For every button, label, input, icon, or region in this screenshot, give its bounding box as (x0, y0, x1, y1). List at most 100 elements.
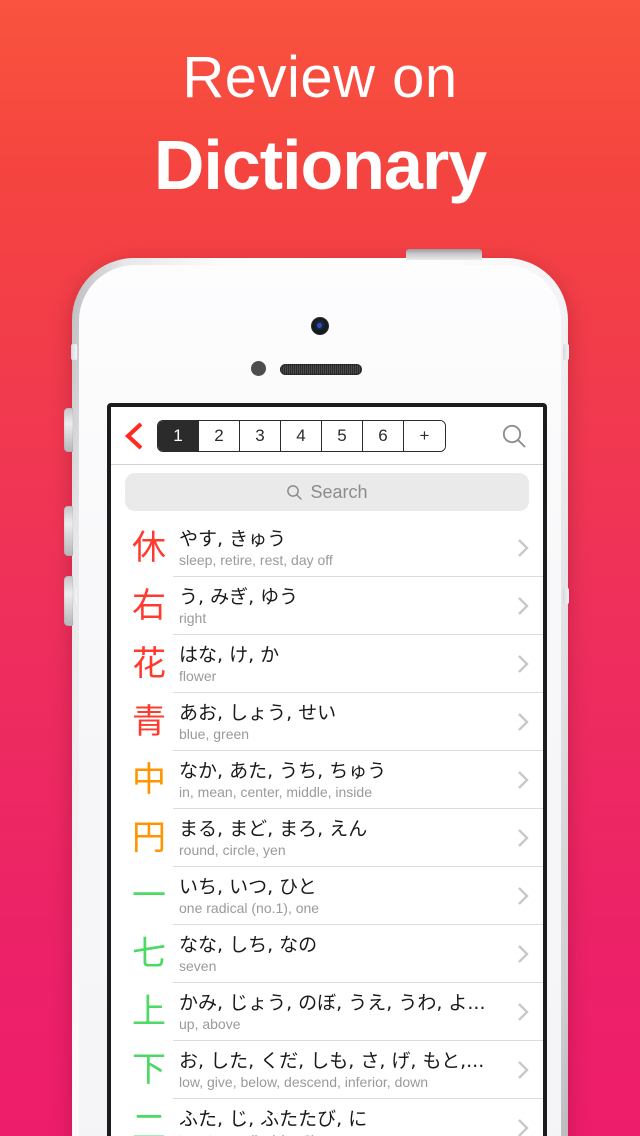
kanji-meaning: right (179, 609, 207, 626)
chevron-right-icon (518, 655, 529, 673)
device-mockup: 1 2 3 4 5 6 + Search 休 やす, きゅう sleep, re… (64, 249, 569, 1136)
app-navbar: 1 2 3 4 5 6 + (111, 407, 543, 465)
antenna-band-left-top (71, 344, 77, 360)
antenna-band-right-top (563, 344, 569, 360)
segment-6[interactable]: 6 (363, 420, 404, 451)
chevron-right-icon (518, 539, 529, 557)
kanji-meaning: two, two radical (no.2) (179, 1131, 507, 1136)
table-row[interactable]: 上 かみ, じょう, のぼ, うえ, うわ, よ... up, above (111, 983, 543, 1041)
kanji-meaning: round, circle, yen (179, 841, 286, 858)
segment-3[interactable]: 3 (240, 420, 281, 451)
chevron-right-icon (518, 829, 529, 847)
kanji-reading: かみ, じょう, のぼ, うえ, うわ, よ... (179, 991, 486, 1014)
kanji-meaning: seven (179, 957, 217, 974)
table-row[interactable]: 青 あお, しょう, せい blue, green (111, 693, 543, 751)
table-row[interactable]: 一 いち, いつ, ひと one radical (no.1), one (111, 867, 543, 925)
disclosure-indicator (507, 828, 529, 848)
chevron-right-icon (518, 1003, 529, 1021)
kanji-meaning: sleep, retire, rest, day off (179, 551, 333, 568)
app-screen: 1 2 3 4 5 6 + Search 休 やす, きゅう sleep, re… (111, 407, 543, 1136)
level-segmented-control[interactable]: 1 2 3 4 5 6 + (157, 419, 446, 452)
segment-add[interactable]: + (404, 420, 445, 451)
segment-1[interactable]: 1 (158, 420, 199, 451)
table-row[interactable]: 七 なな, しち, なの seven (111, 925, 543, 983)
chevron-right-icon (518, 887, 529, 905)
kanji-glyph: 右 (132, 586, 166, 626)
kanji-glyph: 七 (132, 934, 166, 974)
search-input[interactable]: Search (125, 473, 529, 511)
segment-2[interactable]: 2 (199, 420, 240, 451)
row-texts: まる, まど, まろ, えん round, circle, yen (173, 818, 507, 859)
search-bar-container: Search (111, 465, 543, 519)
kanji-glyph: 花 (132, 644, 166, 684)
kanji-reading: ふた, じ, ふたたび, に (179, 1107, 368, 1130)
row-texts: はな, け, か flower (173, 644, 507, 685)
kanji-reading: まる, まど, まろ, えん (179, 817, 368, 840)
row-texts: お, した, くだ, しも, さ, げ, もと,... low, give, b… (173, 1050, 507, 1091)
disclosure-indicator (507, 944, 529, 964)
row-texts: やす, きゅう sleep, retire, rest, day off (173, 528, 507, 569)
device-frame: 1 2 3 4 5 6 + Search 休 やす, きゅう sleep, re… (71, 258, 569, 1136)
kanji-glyph: 上 (132, 992, 166, 1032)
row-texts: う, みぎ, ゆう right (173, 586, 507, 627)
kanji-meaning: one radical (no.1), one (179, 899, 320, 916)
row-texts: かみ, じょう, のぼ, うえ, うわ, よ... up, above (173, 992, 507, 1033)
chevron-right-icon (518, 1061, 529, 1079)
navbar-search-button[interactable] (485, 422, 543, 450)
headline-line-2: Dictionary (153, 126, 487, 204)
device-front-face: 1 2 3 4 5 6 + Search 休 やす, きゅう sleep, re… (79, 265, 561, 1136)
kanji-meaning: in, mean, center, middle, inside (179, 783, 372, 800)
back-button[interactable] (111, 421, 157, 451)
volume-up-button[interactable] (64, 506, 73, 556)
disclosure-indicator (507, 712, 529, 732)
kanji-reading: やす, きゅう (179, 527, 287, 550)
disclosure-indicator (507, 1002, 529, 1022)
table-row[interactable]: 下 お, した, くだ, しも, さ, げ, もと,... low, give,… (111, 1041, 543, 1099)
disclosure-indicator (507, 538, 529, 558)
power-button[interactable] (406, 249, 482, 260)
kanji-reading: なな, しち, なの (179, 933, 318, 956)
chevron-right-icon (518, 713, 529, 731)
row-texts: いち, いつ, ひと one radical (no.1), one (173, 876, 507, 917)
chevron-right-icon (518, 771, 529, 789)
kanji-glyph: 二 (132, 1108, 166, 1136)
row-texts: なな, しち, なの seven (173, 934, 507, 975)
row-texts: あお, しょう, せい blue, green (173, 702, 507, 743)
kanji-reading: なか, あた, うち, ちゅう (179, 759, 387, 782)
segment-5[interactable]: 5 (322, 420, 363, 451)
earpiece-speaker-icon (280, 364, 362, 375)
marketing-headline: Review on Dictionary (0, 42, 640, 208)
kanji-glyph: 中 (132, 760, 166, 800)
chevron-right-icon (518, 1119, 529, 1136)
kanji-list: 休 やす, きゅう sleep, retire, rest, day off 右… (111, 519, 543, 1136)
proximity-sensor-icon (251, 361, 266, 376)
search-placeholder: Search (310, 481, 368, 502)
mute-switch[interactable] (64, 408, 73, 452)
kanji-reading: お, した, くだ, しも, さ, げ, もと,... (179, 1049, 485, 1072)
chevron-left-icon (124, 421, 143, 450)
front-camera-icon (311, 317, 329, 335)
table-row[interactable]: 右 う, みぎ, ゆう right (111, 577, 543, 635)
search-icon (287, 484, 303, 500)
chevron-right-icon (518, 597, 529, 615)
table-row[interactable]: 中 なか, あた, うち, ちゅう in, mean, center, midd… (111, 751, 543, 809)
kanji-glyph: 下 (132, 1050, 166, 1090)
disclosure-indicator (507, 654, 529, 674)
kanji-glyph: 一 (132, 876, 166, 916)
chevron-right-icon (518, 945, 529, 963)
kanji-reading: う, みぎ, ゆう (179, 585, 299, 608)
kanji-meaning: blue, green (179, 725, 250, 742)
table-row[interactable]: 二 ふた, じ, ふたたび, に two, two radical (no.2) (111, 1099, 543, 1136)
headline-line-1: Review on (182, 45, 458, 110)
screen-bezel: 1 2 3 4 5 6 + Search 休 やす, きゅう sleep, re… (107, 403, 547, 1136)
antenna-band-right-bottom (563, 588, 569, 604)
table-row[interactable]: 花 はな, け, か flower (111, 635, 543, 693)
table-row[interactable]: 休 やす, きゅう sleep, retire, rest, day off (111, 519, 543, 577)
kanji-glyph: 青 (132, 702, 166, 742)
disclosure-indicator (507, 886, 529, 906)
kanji-meaning: flower (179, 667, 217, 684)
table-row[interactable]: 円 まる, まど, まろ, えん round, circle, yen (111, 809, 543, 867)
volume-down-button[interactable] (64, 576, 73, 626)
disclosure-indicator (507, 1060, 529, 1080)
segment-4[interactable]: 4 (281, 420, 322, 451)
